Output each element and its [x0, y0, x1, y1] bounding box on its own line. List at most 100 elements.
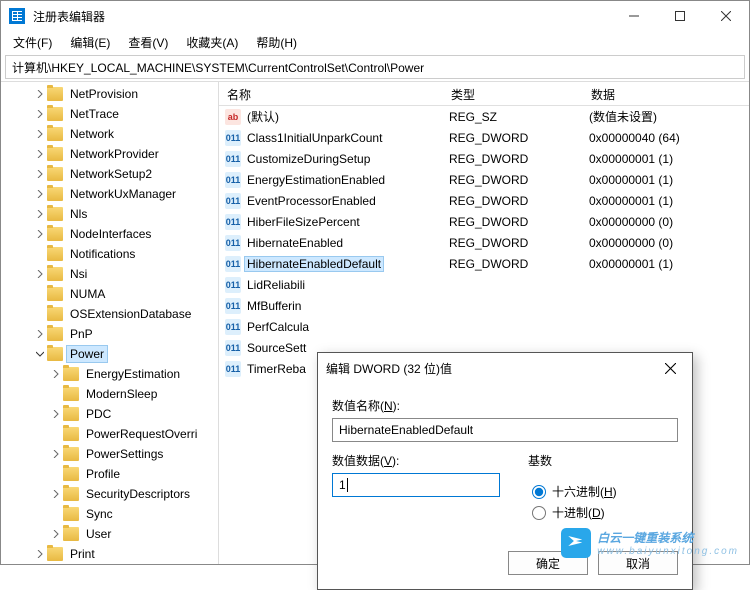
value-data-input[interactable]: 1 — [332, 473, 500, 497]
chevron-right-icon[interactable] — [33, 190, 47, 198]
dialog-titlebar[interactable]: 编辑 DWORD (32 位)值 — [318, 353, 692, 383]
chevron-right-icon[interactable] — [33, 270, 47, 278]
menu-help[interactable]: 帮助(H) — [248, 32, 305, 53]
list-row[interactable]: 011CustomizeDuringSetupREG_DWORD0x000000… — [219, 148, 749, 169]
column-type[interactable]: 类型 — [443, 82, 583, 105]
radio-hex-input[interactable] — [532, 485, 546, 499]
tree-label: NetProvision — [67, 86, 141, 102]
tree-item[interactable]: Nls — [1, 204, 218, 224]
tree-item[interactable]: NetTrace — [1, 104, 218, 124]
list-row[interactable]: 011LidReliabili — [219, 274, 749, 295]
value-name-label: 数值名称(N): — [332, 397, 678, 414]
tree-item[interactable]: Network — [1, 124, 218, 144]
column-name[interactable]: 名称 — [219, 82, 443, 105]
registry-editor-window: 注册表编辑器 文件(F) 编辑(E) 查看(V) 收藏夹(A) 帮助(H) 计算… — [0, 0, 750, 565]
folder-icon — [47, 327, 63, 341]
chevron-right-icon[interactable] — [33, 150, 47, 158]
tree-item[interactable]: NetworkSetup2 — [1, 164, 218, 184]
dialog-close-button[interactable] — [656, 354, 684, 382]
folder-icon — [47, 167, 63, 181]
tree-label: Nsi — [67, 266, 90, 282]
close-button[interactable] — [703, 1, 749, 31]
tree-item[interactable]: User — [1, 524, 218, 544]
tree-label: Profile — [83, 466, 123, 482]
menu-edit[interactable]: 编辑(E) — [62, 32, 118, 53]
tree-item[interactable]: Nsi — [1, 264, 218, 284]
folder-icon — [63, 427, 79, 441]
chevron-right-icon[interactable] — [33, 130, 47, 138]
tree-item[interactable]: SecurityDescriptors — [1, 484, 218, 504]
chevron-right-icon[interactable] — [33, 230, 47, 238]
tree-item[interactable]: Profile — [1, 464, 218, 484]
tree-item[interactable]: NUMA — [1, 284, 218, 304]
folder-icon — [47, 127, 63, 141]
chevron-right-icon[interactable] — [33, 110, 47, 118]
chevron-right-icon[interactable] — [49, 410, 63, 418]
reg-string-icon: ab — [225, 109, 241, 125]
value-type: REG_DWORD — [443, 257, 583, 271]
value-data: 0x00000001 (1) — [583, 152, 749, 166]
tree-item[interactable]: NodeInterfaces — [1, 224, 218, 244]
titlebar[interactable]: 注册表编辑器 — [1, 1, 749, 31]
tree-item[interactable]: Power — [1, 344, 218, 364]
radio-dec[interactable]: 十进制(D) — [532, 504, 672, 521]
list-row[interactable]: 011EnergyEstimationEnabledREG_DWORD0x000… — [219, 169, 749, 190]
tree-item[interactable]: PDC — [1, 404, 218, 424]
list-row[interactable]: 011EventProcessorEnabledREG_DWORD0x00000… — [219, 190, 749, 211]
value-data: 0x00000001 (1) — [583, 257, 749, 271]
chevron-right-icon[interactable] — [49, 490, 63, 498]
folder-icon — [47, 547, 63, 561]
list-row[interactable]: 011HiberFileSizePercentREG_DWORD0x000000… — [219, 211, 749, 232]
tree-item[interactable]: NetworkProvider — [1, 144, 218, 164]
value-name-input[interactable] — [332, 418, 678, 442]
app-icon — [9, 8, 25, 24]
tree-item[interactable]: OSExtensionDatabase — [1, 304, 218, 324]
tree-item[interactable]: PowerRequestOverri — [1, 424, 218, 444]
chevron-right-icon[interactable] — [33, 550, 47, 558]
chevron-right-icon[interactable] — [49, 370, 63, 378]
tree-label: PowerRequestOverri — [83, 426, 200, 442]
chevron-right-icon[interactable] — [33, 330, 47, 338]
menu-favorites[interactable]: 收藏夹(A) — [178, 32, 246, 53]
tree-label: ModernSleep — [83, 386, 160, 402]
chevron-down-icon[interactable] — [33, 350, 47, 358]
tree-label: NetTrace — [67, 106, 122, 122]
maximize-button[interactable] — [657, 1, 703, 31]
key-tree[interactable]: NetProvision NetTrace NetworkNetworkProvid… — [1, 82, 219, 564]
chevron-right-icon[interactable] — [33, 90, 47, 98]
tree-item[interactable]: ModernSleep — [1, 384, 218, 404]
value-data: (数值未设置) — [583, 108, 749, 125]
value-data: 0x00000001 (1) — [583, 194, 749, 208]
list-row[interactable]: 011HibernateEnabledREG_DWORD0x00000000 (… — [219, 232, 749, 253]
menu-file[interactable]: 文件(F) — [5, 32, 60, 53]
list-row[interactable]: 011HibernateEnabledDefaultREG_DWORD0x000… — [219, 253, 749, 274]
tree-item[interactable]: Print — [1, 544, 218, 564]
list-row[interactable]: ab(默认)REG_SZ(数值未设置) — [219, 106, 749, 127]
radio-dec-input[interactable] — [532, 506, 546, 520]
tree-item[interactable]: PnP — [1, 324, 218, 344]
tree-item[interactable]: EnergyEstimation — [1, 364, 218, 384]
radio-hex[interactable]: 十六进制(H) — [532, 483, 672, 500]
column-data[interactable]: 数据 — [583, 82, 749, 105]
minimize-button[interactable] — [611, 1, 657, 31]
tree-item[interactable]: PowerSettings — [1, 444, 218, 464]
value-name: PerfCalcula — [245, 320, 311, 334]
chevron-right-icon[interactable] — [49, 530, 63, 538]
chevron-right-icon[interactable] — [33, 210, 47, 218]
tree-item[interactable]: Sync — [1, 504, 218, 524]
reg-dword-icon: 011 — [225, 340, 241, 356]
list-row[interactable]: 011MfBufferin — [219, 295, 749, 316]
list-row[interactable]: 011Class1InitialUnparkCountREG_DWORD0x00… — [219, 127, 749, 148]
chevron-right-icon[interactable] — [49, 450, 63, 458]
folder-icon — [47, 207, 63, 221]
tree-item[interactable]: Notifications — [1, 244, 218, 264]
address-bar[interactable]: 计算机\HKEY_LOCAL_MACHINE\SYSTEM\CurrentCon… — [5, 55, 745, 79]
menu-view[interactable]: 查看(V) — [120, 32, 176, 53]
tree-item[interactable]: NetworkUxManager — [1, 184, 218, 204]
tree-label: Nls — [67, 206, 90, 222]
list-row[interactable]: 011PerfCalcula — [219, 316, 749, 337]
chevron-right-icon[interactable] — [33, 170, 47, 178]
tree-label: Notifications — [67, 246, 138, 262]
tree-label: NetworkUxManager — [67, 186, 179, 202]
tree-item[interactable]: NetProvision — [1, 84, 218, 104]
